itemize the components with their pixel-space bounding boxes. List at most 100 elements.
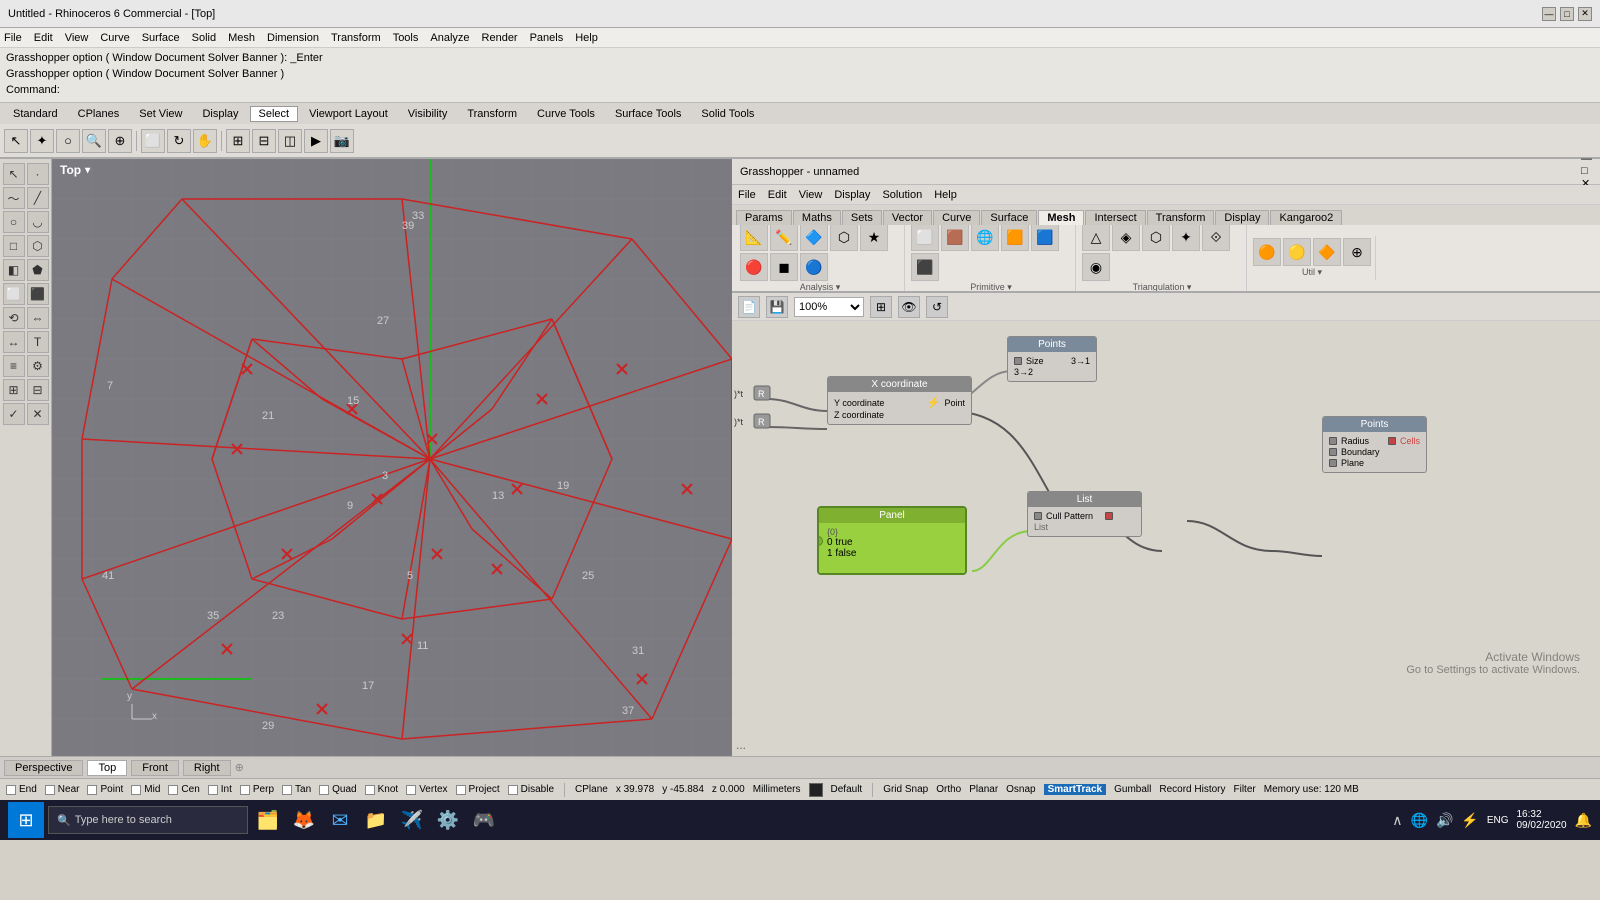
menu-file[interactable]: File — [4, 32, 22, 44]
tb-sound-icon[interactable]: 🔊 — [1436, 812, 1453, 829]
taskbar-app-telegram[interactable]: ✈️ — [396, 804, 428, 836]
gh-prim-5[interactable]: 🟦 — [1031, 225, 1059, 251]
gh-tri-1[interactable]: △ — [1082, 225, 1110, 251]
gh-tri-2[interactable]: ◈ — [1112, 225, 1140, 251]
vp-tab-right[interactable]: Right — [183, 760, 231, 776]
snap-point-check[interactable] — [87, 785, 97, 795]
snap-tan-check[interactable] — [282, 785, 292, 795]
vp-tab-front[interactable]: Front — [131, 760, 179, 776]
sb-gumball[interactable]: Gumball — [1114, 784, 1151, 795]
gh-view-btn[interactable]: 👁 — [898, 296, 920, 318]
tb-icon-point[interactable]: ✦ — [30, 129, 54, 153]
lt-dimension-btn[interactable]: ↔ — [3, 331, 25, 353]
snap-cen-check[interactable] — [168, 785, 178, 795]
gh-tab-curve[interactable]: Curve — [933, 210, 980, 225]
lt-point-btn[interactable]: · — [27, 163, 49, 185]
lt-snap-btn[interactable]: ⊟ — [27, 379, 49, 401]
gh-icon-8[interactable]: 🔵 — [800, 253, 828, 281]
sb-grid-snap[interactable]: Grid Snap — [883, 784, 928, 795]
sb-record-history[interactable]: Record History — [1159, 784, 1225, 795]
close-button[interactable]: ✕ — [1578, 7, 1592, 21]
tab-visibility[interactable]: Visibility — [399, 106, 457, 122]
tb-icon-circle[interactable]: ○ — [56, 129, 80, 153]
gh-new-btn[interactable]: 📄 — [738, 296, 760, 318]
menu-curve[interactable]: Curve — [100, 32, 129, 44]
tab-standard[interactable]: Standard — [4, 106, 67, 122]
gh-menu-view[interactable]: View — [799, 189, 823, 201]
gh-tab-params[interactable]: Params — [736, 210, 792, 225]
tab-curve-tools[interactable]: Curve Tools — [528, 106, 604, 122]
tb-network-icon[interactable]: 🌐 — [1411, 812, 1428, 829]
menu-panels[interactable]: Panels — [530, 32, 564, 44]
lt-layer-btn[interactable]: ≡ — [3, 355, 25, 377]
gh-util-3[interactable]: 🔶 — [1313, 238, 1341, 266]
menu-view[interactable]: View — [65, 32, 89, 44]
menu-dimension[interactable]: Dimension — [267, 32, 319, 44]
gh-menu-help[interactable]: Help — [934, 189, 957, 201]
sb-osnap[interactable]: Osnap — [1006, 784, 1035, 795]
taskbar-app-game[interactable]: 🎮 — [468, 804, 500, 836]
gh-menu-edit[interactable]: Edit — [768, 189, 787, 201]
snap-project-check[interactable] — [456, 785, 466, 795]
windows-start-button[interactable]: ⊞ — [8, 802, 44, 838]
gh-tri-3[interactable]: ⬡ — [1142, 225, 1170, 251]
gh-menu-solution[interactable]: Solution — [882, 189, 922, 201]
gh-tab-sets[interactable]: Sets — [842, 210, 882, 225]
tb-battery-icon[interactable]: ⚡ — [1461, 812, 1478, 829]
tb-icon-rotate[interactable]: ↻ — [167, 129, 191, 153]
taskbar-app-explorer[interactable]: 📁 — [360, 804, 392, 836]
lt-line-btn[interactable]: ╱ — [27, 187, 49, 209]
tb-icon-camera[interactable]: 📷 — [330, 129, 354, 153]
minimize-button[interactable]: — — [1542, 7, 1556, 21]
lt-mirror-btn[interactable]: ⇔ — [27, 307, 49, 329]
gh-tab-surface[interactable]: Surface — [981, 210, 1037, 225]
snap-knot-check[interactable] — [365, 785, 375, 795]
menu-transform[interactable]: Transform — [331, 32, 381, 44]
menu-mesh[interactable]: Mesh — [228, 32, 255, 44]
sb-smarttrack[interactable]: SmartTrack — [1044, 784, 1106, 795]
gh-zoom-select[interactable]: 100% 75% 125% — [794, 297, 864, 317]
snap-vertex-check[interactable] — [406, 785, 416, 795]
gh-prim-6[interactable]: ⬛ — [911, 253, 939, 281]
gh-tab-maths[interactable]: Maths — [793, 210, 841, 225]
gh-points-node[interactable]: Points Size 3→1 3→2 — [1007, 336, 1097, 382]
lt-extrude-btn[interactable]: ⬛ — [27, 283, 49, 305]
taskbar-app-files[interactable]: 🗂️ — [252, 804, 284, 836]
menu-solid[interactable]: Solid — [192, 32, 216, 44]
tab-transform[interactable]: Transform — [458, 106, 526, 122]
gh-icon-2[interactable]: ✏️ — [770, 225, 798, 251]
taskbar-app-mail[interactable]: ✉ — [324, 804, 356, 836]
sb-color-swatch[interactable] — [809, 783, 823, 797]
gh-util-4[interactable]: ⊕ — [1343, 238, 1371, 266]
gh-list-cull-node[interactable]: List Cull Pattern List — [1027, 491, 1142, 537]
lt-solid-btn[interactable]: ⬜ — [3, 283, 25, 305]
lt-circle-btn[interactable]: ○ — [3, 211, 25, 233]
gh-icon-5[interactable]: ★ — [860, 225, 888, 251]
lt-surface-btn[interactable]: ◧ — [3, 259, 25, 281]
gh-util-2[interactable]: 🟡 — [1283, 238, 1311, 266]
tb-icon-snap[interactable]: ⊞ — [226, 129, 250, 153]
lt-mesh-btn[interactable]: ⬟ — [27, 259, 49, 281]
lt-prop-btn[interactable]: ⚙ — [27, 355, 49, 377]
menu-help[interactable]: Help — [575, 32, 598, 44]
gh-tab-mesh[interactable]: Mesh — [1038, 210, 1084, 225]
gh-icon-6[interactable]: 🔴 — [740, 253, 768, 281]
tab-select[interactable]: Select — [250, 106, 299, 122]
tab-cplanes[interactable]: CPlanes — [69, 106, 129, 122]
gh-icon-7[interactable]: ◼ — [770, 253, 798, 281]
gh-reset-btn[interactable]: ↺ — [926, 296, 948, 318]
tab-viewport-layout[interactable]: Viewport Layout — [300, 106, 397, 122]
command-line3[interactable]: Command: — [6, 82, 1594, 98]
gh-tab-kangaroo[interactable]: Kangaroo2 — [1270, 210, 1342, 225]
gh-prim-4[interactable]: 🟧 — [1001, 225, 1029, 251]
lt-cancel-btn[interactable]: ✕ — [27, 403, 49, 425]
lt-curve-btn[interactable]: 〜 — [3, 187, 25, 209]
gh-icon-3[interactable]: 🔷 — [800, 225, 828, 251]
lt-text-btn[interactable]: T — [27, 331, 49, 353]
tab-solid-tools[interactable]: Solid Tools — [692, 106, 763, 122]
gh-prim-3[interactable]: 🌐 — [971, 225, 999, 251]
taskbar-app-rhino[interactable]: ⚙️ — [432, 804, 464, 836]
sb-cplane[interactable]: CPlane — [575, 784, 608, 795]
lt-poly-btn[interactable]: ⬡ — [27, 235, 49, 257]
lt-transform-btn[interactable]: ⟲ — [3, 307, 25, 329]
